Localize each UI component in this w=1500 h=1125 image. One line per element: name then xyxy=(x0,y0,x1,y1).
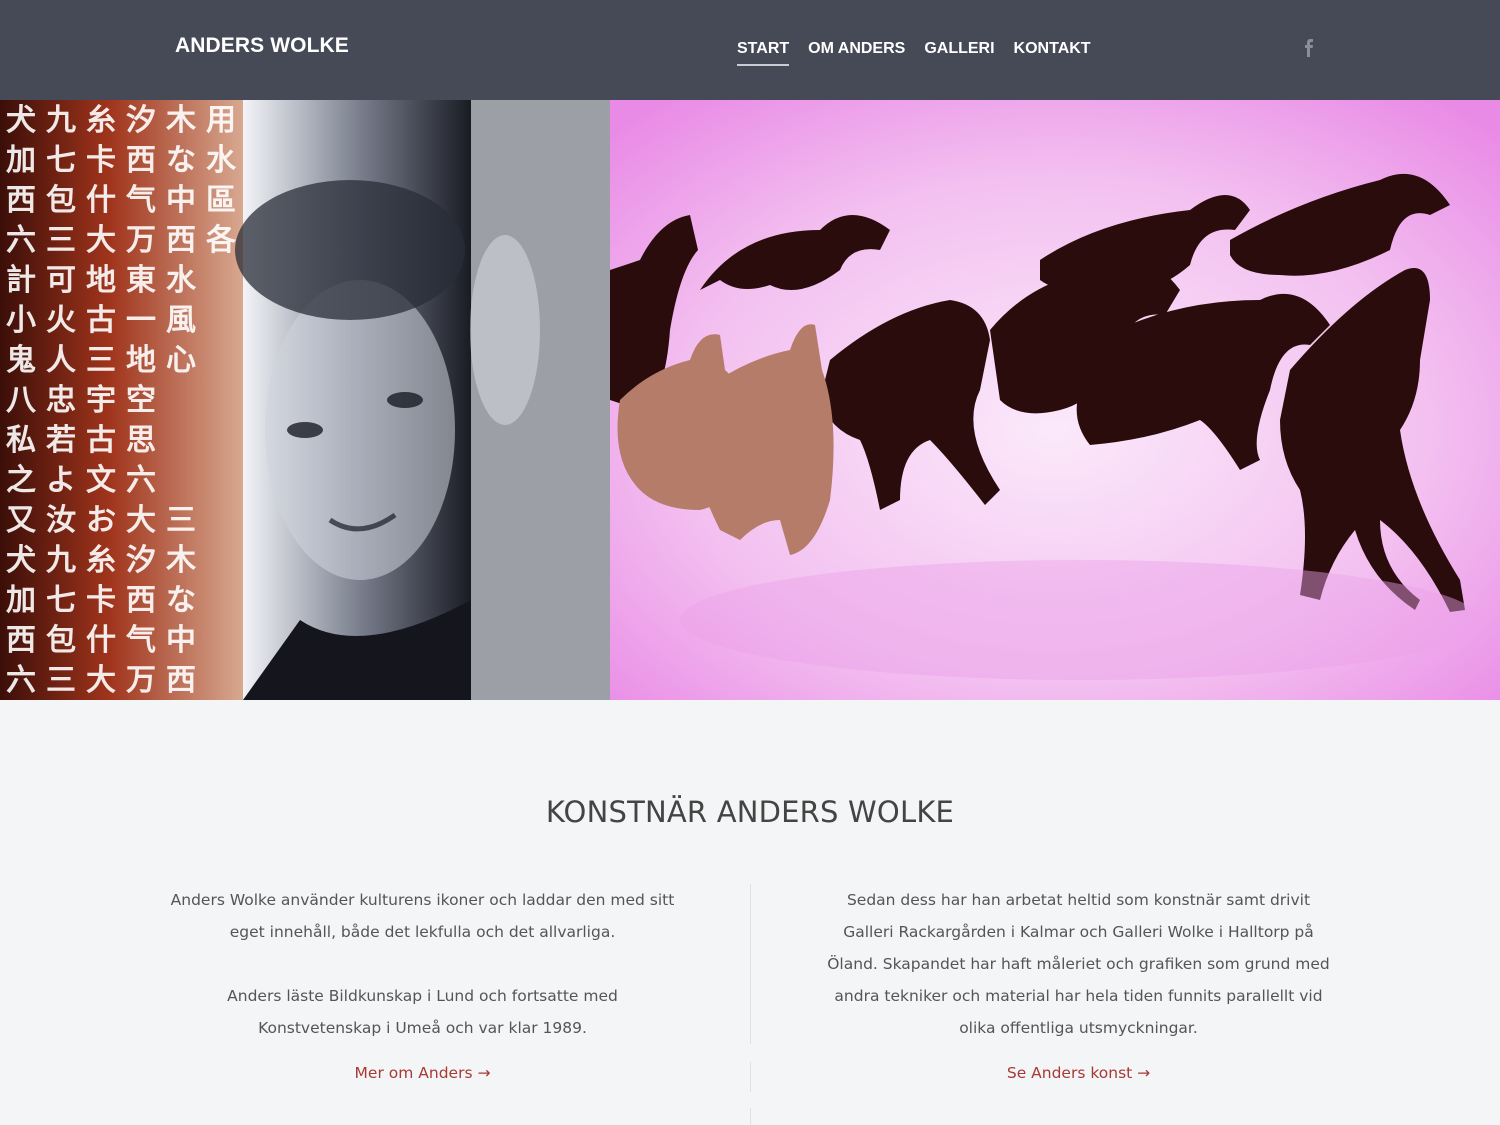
calligraphy-glyph: 木 xyxy=(165,103,196,138)
calligraphy-glyph: 汐 xyxy=(126,543,156,578)
calligraphy-glyph: 又 xyxy=(6,503,37,538)
calligraphy-glyph: 气 xyxy=(126,183,156,218)
portrait-hair xyxy=(235,180,465,320)
calligraphy-glyph: 水 xyxy=(166,263,197,298)
calligraphy-glyph: 万 xyxy=(126,223,156,258)
calligraphy-glyph: 宇 xyxy=(86,383,116,418)
calligraphy-glyph: 古 xyxy=(86,423,116,458)
calligraphy-glyph: 古 xyxy=(86,303,116,338)
nav-galleri[interactable]: GALLERI xyxy=(924,40,994,66)
calligraphy-glyph: 六 xyxy=(6,223,36,258)
page-title: KONSTNÄR ANDERS WOLKE xyxy=(545,795,955,829)
calligraphy-glyph: 鬼 xyxy=(6,343,36,378)
calligraphy-glyph: 文 xyxy=(86,463,116,498)
calligraphy-glyph: 心 xyxy=(166,343,196,378)
calligraphy-glyph: 糸 xyxy=(86,103,116,138)
calligraphy-glyph: 三 xyxy=(86,343,116,378)
hero-artwork-svg: 犬九糸汐木用加七卡西な水西包什气中區六三大万西各計可地東水小火古一風鬼人三地心八… xyxy=(0,100,1500,700)
calligraphy-glyph: 西 xyxy=(6,623,36,658)
more-about-anders-link[interactable]: Mer om Anders → xyxy=(170,1064,675,1082)
calligraphy-glyph: 卡 xyxy=(86,583,116,618)
calligraphy-glyph: 七 xyxy=(46,583,76,618)
site-header: ANDERS WOLKE START OM ANDERS GALLERI KON… xyxy=(0,0,1500,100)
calligraphy-glyph: 人 xyxy=(46,343,76,378)
calligraphy-glyph: 西 xyxy=(6,183,36,218)
calligraphy-glyph: 加 xyxy=(6,143,36,178)
main-nav: START OM ANDERS GALLERI KONTAKT xyxy=(737,40,1110,66)
calligraphy-glyph: 空 xyxy=(126,383,156,418)
calligraphy-glyph: 什 xyxy=(86,623,116,658)
calligraphy-glyph: 什 xyxy=(86,183,116,218)
calligraphy-glyph: 區 xyxy=(206,183,236,218)
calligraphy-glyph: 西 xyxy=(166,223,196,258)
calligraphy-glyph: 七 xyxy=(46,143,76,178)
nav-kontakt[interactable]: KONTAKT xyxy=(1014,40,1091,66)
calligraphy-glyph: 中 xyxy=(166,623,196,658)
calligraphy-glyph: 小 xyxy=(6,303,36,338)
calligraphy-glyph: 火 xyxy=(46,303,76,338)
column-divider-bottom xyxy=(750,1108,751,1125)
calligraphy-glyph: 犬 xyxy=(6,103,36,138)
intro-left-column: Anders Wolke använder kulturens ikoner o… xyxy=(170,884,675,1044)
calligraphy-glyph: 若 xyxy=(46,423,76,458)
calligraphy-glyph: 加 xyxy=(6,583,36,618)
calligraphy-glyph: 汝 xyxy=(46,503,76,538)
calligraphy-glyph: 汐 xyxy=(126,103,156,138)
calligraphy-glyph: お xyxy=(86,503,116,538)
calligraphy-glyph: 八 xyxy=(6,383,37,418)
calligraphy-glyph: 万 xyxy=(126,663,156,698)
calligraphy-glyph: 水 xyxy=(206,143,237,178)
calligraphy-glyph: 大 xyxy=(86,663,116,698)
calligraphy-glyph: 九 xyxy=(46,103,76,138)
hero-artwork: 犬九糸汐木用加七卡西な水西包什气中區六三大万西各計可地東水小火古一風鬼人三地心八… xyxy=(0,100,1500,700)
calligraphy-glyph: 大 xyxy=(86,223,116,258)
calligraphy-glyph: よ xyxy=(46,463,76,498)
intro-paragraph: Anders Wolke använder kulturens ikoner o… xyxy=(170,891,675,941)
calligraphy-glyph: 風 xyxy=(166,303,196,338)
calligraphy-glyph: 西 xyxy=(126,143,156,178)
calligraphy-glyph: 一 xyxy=(126,303,156,338)
calligraphy-glyph: 木 xyxy=(165,543,196,578)
calligraphy-glyph: 之 xyxy=(6,463,36,498)
calligraphy-glyph: 糸 xyxy=(86,543,116,578)
calligraphy-glyph: 思 xyxy=(126,423,156,458)
calligraphy-glyph: 六 xyxy=(126,463,156,498)
nav-om-anders[interactable]: OM ANDERS xyxy=(808,40,905,66)
nav-start[interactable]: START xyxy=(737,40,790,66)
calligraphy-glyph: 三 xyxy=(46,663,76,698)
calligraphy-glyph: 私 xyxy=(6,423,36,458)
calligraphy-glyph: 西 xyxy=(166,663,196,698)
column-divider xyxy=(750,884,751,1044)
calligraphy-glyph: 各 xyxy=(205,223,237,258)
calligraphy-glyph: 包 xyxy=(46,623,76,658)
calligraphy-glyph: 犬 xyxy=(6,543,36,578)
site-logo[interactable]: ANDERS WOLKE xyxy=(175,34,349,58)
calligraphy-glyph: 地 xyxy=(126,343,156,378)
calligraphy-glyph: な xyxy=(166,583,196,618)
calligraphy-glyph: 地 xyxy=(86,263,116,298)
facebook-icon[interactable] xyxy=(1302,38,1316,58)
calligraphy-glyph: 卡 xyxy=(86,143,116,178)
calligraphy-glyph: な xyxy=(166,143,196,178)
calligraphy-glyph: 大 xyxy=(126,503,156,538)
calligraphy-glyph: 九 xyxy=(46,543,76,578)
calligraphy-glyph: 中 xyxy=(166,183,196,218)
calligraphy-glyph: 三 xyxy=(46,223,76,258)
calligraphy-glyph: 西 xyxy=(126,583,156,618)
calligraphy-glyph: 包 xyxy=(46,183,76,218)
calligraphy-glyph: 東 xyxy=(126,263,156,298)
calligraphy-glyph: 可 xyxy=(46,263,76,298)
calligraphy-glyph: 忠 xyxy=(46,383,76,418)
calligraphy-glyph: 气 xyxy=(126,623,156,658)
calligraphy-glyph: 三 xyxy=(166,503,196,538)
see-anders-art-link[interactable]: Se Anders konst → xyxy=(826,1064,1331,1082)
calligraphy-glyph: 六 xyxy=(6,663,36,698)
calligraphy-glyph: 用 xyxy=(206,103,236,138)
calligraphy-glyph: 計 xyxy=(6,263,36,298)
column-divider-link xyxy=(750,1062,751,1092)
intro-right-column: Sedan dess har han arbetat heltid som ko… xyxy=(826,884,1331,1044)
career-paragraph: Sedan dess har han arbetat heltid som ko… xyxy=(827,891,1330,1037)
education-paragraph: Anders läste Bildkunskap i Lund och fort… xyxy=(227,987,618,1037)
